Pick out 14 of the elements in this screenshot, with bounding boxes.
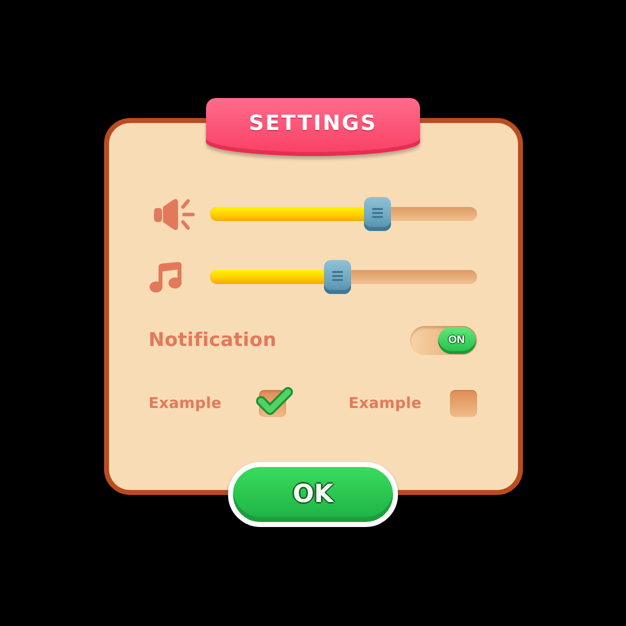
example-checkbox[interactable] (450, 390, 476, 416)
volume-slider-track[interactable] (210, 207, 476, 221)
settings-title: SETTINGS (248, 111, 378, 135)
music-note-icon (148, 262, 182, 292)
slider-thumb[interactable] (364, 197, 392, 231)
notification-toggle[interactable]: ON (410, 326, 476, 354)
example-label: Example (148, 394, 222, 412)
slider-thumb[interactable] (324, 260, 352, 294)
notification-label: Notification (148, 329, 276, 351)
speaker-icon (154, 198, 194, 230)
ok-button[interactable]: OK (228, 462, 398, 527)
toggle-knob: ON (438, 326, 476, 354)
music-slider-track[interactable] (210, 270, 476, 284)
example-label: Example (348, 394, 422, 412)
